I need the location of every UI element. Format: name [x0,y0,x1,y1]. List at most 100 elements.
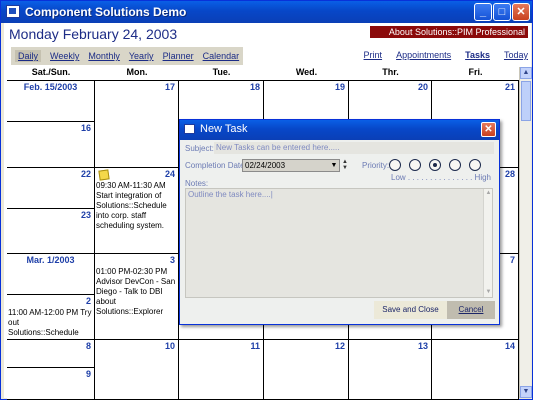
link-today[interactable]: Today [504,50,528,60]
day-cell[interactable]: 24 09:30 AM-11:30 AM Start integration of… [95,168,179,254]
appointment-text[interactable]: 01:00 PM-02:30 PM Advisor DevCon - San D… [96,267,176,317]
day-number: 2 [85,296,91,306]
day-number: 22 [80,169,91,179]
day-cell-saturday[interactable]: 22 [7,168,95,209]
about-link[interactable]: About Solutions::PIM Professional v2.5 [370,26,528,49]
day-number: 24 [164,169,175,179]
priority-high-label: High [474,173,491,182]
completion-date-value: 02/24/2003 [245,161,286,170]
day-number: 11 [250,341,260,351]
view-tab-weekly[interactable]: Weekly [50,51,79,61]
chevron-down-icon[interactable]: ▼ [329,160,339,171]
day-cell[interactable]: 11 [179,340,264,400]
day-number: 20 [417,82,428,92]
notes-scrollbar[interactable]: ▲ ▼ [483,189,492,297]
day-number: 28 [504,169,515,179]
subject-label: Subject: [185,144,214,153]
column-header: Sat./Sun. [7,67,95,81]
column-header: Tue. [179,67,264,81]
day-cell[interactable]: 17 [95,81,179,168]
day-cell[interactable]: 3 01:00 PM-02:30 PM Advisor DevCon - San … [95,254,179,340]
notes-label: Notes: [185,179,209,188]
day-number: 12 [334,341,345,351]
day-cell-sunday[interactable]: 16 [7,122,95,168]
appointment-text[interactable]: 09:30 AM-11:30 AM Start integration of S… [96,181,176,231]
priority-radio-3[interactable] [429,159,441,171]
priority-radio-4[interactable] [449,159,461,171]
link-tasks[interactable]: Tasks [465,50,490,60]
scroll-down-arrow[interactable]: ▼ [520,386,532,398]
day-cell[interactable]: 12 [264,340,349,400]
priority-label: Priority: [362,161,390,170]
column-header: Fri. [432,67,519,81]
day-cell-saturday[interactable]: Feb. 15/2003 [7,81,95,122]
day-number: 21 [504,82,515,92]
main-window: Component Solutions Demo _ □ ✕ Monday Fe… [0,0,533,400]
view-tab-yearly[interactable]: Yearly [129,51,154,61]
notes-scroll-up[interactable]: ▲ [484,189,493,198]
window-title: Component Solutions Demo [25,5,187,19]
column-header: Mon. [95,67,179,81]
dialog-icon [184,124,195,134]
view-tab-planner[interactable]: Planner [163,51,194,61]
scroll-thumb[interactable] [521,81,531,121]
day-cell-sunday[interactable]: 9 [7,368,95,400]
title-bar[interactable]: Component Solutions Demo _ □ ✕ [1,1,532,23]
dialog-title-bar[interactable]: New Task ✕ [180,120,499,140]
view-tab-daily[interactable]: Daily [15,50,42,62]
memo-icon [98,169,110,181]
dialog-buttons: Save and Close Cancel [374,301,495,319]
calendar-scrollbar[interactable]: ▲ ▼ [519,67,532,398]
day-cell-saturday[interactable]: 8 [7,340,95,368]
day-number: 18 [249,82,260,92]
save-and-close-button[interactable]: Save and Close [374,301,447,319]
completion-date-field[interactable]: 02/24/2003 ▼ [242,159,340,172]
notes-text: Outline the task here....| [188,190,273,199]
column-header: Wed. [264,67,349,81]
right-links: Print Appointments Tasks Today [364,50,528,60]
dialog-close-button[interactable]: ✕ [481,122,496,137]
link-appointments[interactable]: Appointments [396,50,451,60]
priority-low-label: Low . . . . . . . . . . . . . . . [391,173,473,182]
day-number: Mar. 1/2003 [26,255,75,265]
day-number: 23 [80,210,91,220]
link-print[interactable]: Print [364,50,383,60]
day-cell[interactable]: 14 [432,340,519,400]
dialog-title: New Task [200,123,248,135]
date-heading: Monday February 24, 2003 [9,26,178,42]
maximize-button[interactable]: □ [493,3,511,21]
scroll-up-arrow[interactable]: ▲ [520,67,532,79]
view-tab-calendar[interactable]: Calendar [203,51,240,61]
day-number: 8 [85,341,91,351]
subject-input[interactable]: New Tasks can be entered here..... [214,142,494,154]
cancel-button[interactable]: Cancel [447,301,495,319]
day-number: Feb. 15/2003 [23,82,78,92]
day-number: 16 [80,123,91,133]
day-number: 17 [164,82,175,92]
priority-radio-1[interactable] [389,159,401,171]
day-cell[interactable]: 10 [95,340,179,400]
dialog-body: Subject: New Tasks can be entered here..… [180,140,499,324]
column-header: Thr. [349,67,432,81]
view-tabs: Daily Weekly Monthly Yearly Planner Calendar [11,47,244,65]
day-number: 10 [164,341,175,351]
close-button[interactable]: ✕ [512,3,530,21]
priority-radio-2[interactable] [409,159,421,171]
day-cell-sunday[interactable]: 2 11:00 AM-12:00 PM Try out Solutions::Sc… [7,295,95,347]
day-cell-saturday[interactable]: Mar. 1/2003 [7,254,95,295]
new-task-dialog: New Task ✕ Subject: New Tasks can be ent… [179,119,500,325]
day-number: 9 [85,369,91,379]
date-spinner[interactable]: ▲ ▼ [341,159,349,172]
day-number: 13 [417,341,428,351]
priority-radio-5[interactable] [469,159,481,171]
notes-textarea[interactable]: Outline the task here....| ▲ ▼ [185,188,493,298]
minimize-button[interactable]: _ [474,3,492,21]
day-cell[interactable]: 13 [349,340,432,400]
completion-date-label: Completion Date: [185,161,247,170]
view-tab-monthly[interactable]: Monthly [88,51,120,61]
day-cell-sunday[interactable]: 23 [7,209,95,254]
day-number: 3 [169,255,175,265]
day-number: 14 [504,341,515,351]
day-number: 7 [509,255,515,265]
notes-scroll-down[interactable]: ▼ [484,288,493,297]
